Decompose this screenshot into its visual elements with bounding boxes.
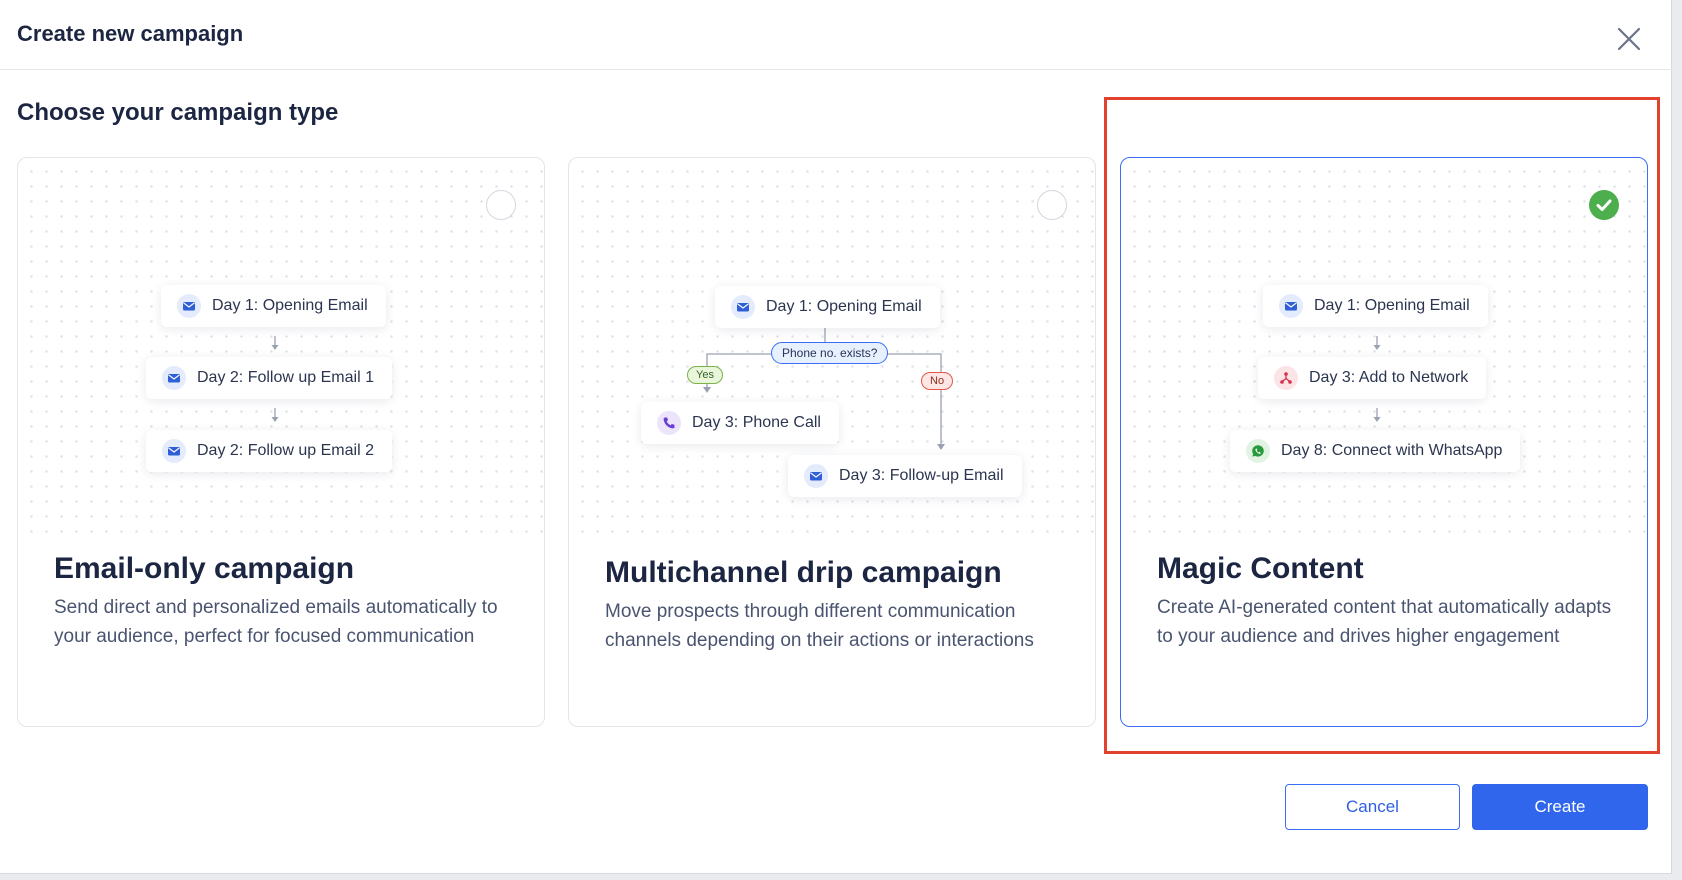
flow-step: Day 1: Opening Email bbox=[1263, 285, 1488, 327]
card-description: Move prospects through different communi… bbox=[605, 601, 1034, 651]
backdrop bbox=[1672, 0, 1682, 880]
close-button[interactable] bbox=[1612, 22, 1646, 56]
step-label: Day 2: Follow up Email 2 bbox=[197, 442, 374, 459]
email-icon bbox=[162, 439, 186, 463]
flow-step: Day 3: Phone Call bbox=[641, 402, 839, 444]
cancel-button[interactable]: Cancel bbox=[1285, 784, 1460, 830]
step-label: Day 3: Phone Call bbox=[692, 414, 821, 431]
condition-pill: Phone no. exists? bbox=[771, 342, 889, 364]
backdrop bbox=[0, 874, 1682, 880]
card-description: Send direct and personalized emails auto… bbox=[54, 597, 498, 647]
network-icon bbox=[1274, 366, 1298, 390]
card-preview: Day 1: Opening Email Day 2: Follow up Em… bbox=[18, 158, 544, 543]
section-title: Choose your campaign type bbox=[17, 99, 339, 126]
selected-check-icon[interactable] bbox=[1589, 190, 1619, 220]
flow-step: Day 2: Follow up Email 1 bbox=[146, 357, 392, 399]
create-button[interactable]: Create bbox=[1472, 784, 1648, 830]
flow-step: Day 1: Opening Email bbox=[161, 285, 386, 327]
email-icon bbox=[804, 464, 828, 488]
campaign-card-multichannel[interactable]: Day 1: Opening Email Phone no. exists? Y… bbox=[568, 157, 1096, 727]
radio-unselected[interactable] bbox=[486, 190, 516, 220]
flow-arrow bbox=[1372, 408, 1382, 424]
step-label: Day 2: Follow up Email 1 bbox=[197, 369, 374, 386]
campaign-card-magic-content[interactable]: Day 1: Opening Email Day 3: Add to Netwo… bbox=[1120, 157, 1648, 727]
flow-step: Day 1: Opening Email bbox=[715, 286, 940, 328]
card-title: Email-only campaign bbox=[54, 552, 355, 585]
yes-branch-pill: Yes bbox=[687, 366, 723, 384]
modal-title: Create new campaign bbox=[17, 21, 244, 46]
modal-header: Create new campaign bbox=[0, 0, 1672, 70]
step-label: Day 3: Add to Network bbox=[1309, 369, 1469, 386]
step-label: Day 1: Opening Email bbox=[766, 298, 922, 315]
close-icon bbox=[1617, 27, 1641, 51]
step-label: Day 1: Opening Email bbox=[212, 297, 368, 314]
email-icon bbox=[1279, 294, 1303, 318]
flow-step: Day 3: Add to Network bbox=[1258, 357, 1487, 399]
phone-icon bbox=[657, 411, 681, 435]
card-title: Magic Content bbox=[1157, 552, 1364, 585]
email-icon bbox=[177, 294, 201, 318]
flow-arrow bbox=[270, 408, 280, 424]
email-icon bbox=[731, 295, 755, 319]
email-icon bbox=[162, 366, 186, 390]
create-campaign-modal: Create new campaign Choose your campaign… bbox=[0, 0, 1672, 874]
no-branch-pill: No bbox=[921, 372, 954, 390]
flow-arrow bbox=[1372, 336, 1382, 352]
step-label: Day 8: Connect with WhatsApp bbox=[1281, 442, 1503, 459]
card-title: Multichannel drip campaign bbox=[605, 556, 1002, 589]
flow-step: Day 2: Follow up Email 2 bbox=[146, 430, 392, 472]
flow-arrow bbox=[270, 336, 280, 352]
card-preview: Day 1: Opening Email Day 3: Add to Netwo… bbox=[1121, 158, 1647, 543]
step-label: Day 1: Opening Email bbox=[1314, 297, 1470, 314]
card-preview: Day 1: Opening Email Phone no. exists? Y… bbox=[569, 158, 1095, 543]
card-description: Create AI-generated content that automat… bbox=[1157, 597, 1612, 647]
whatsapp-icon bbox=[1246, 439, 1270, 463]
step-label: Day 3: Follow-up Email bbox=[839, 467, 1004, 484]
flow-step: Day 8: Connect with WhatsApp bbox=[1230, 430, 1521, 472]
flow-step: Day 3: Follow-up Email bbox=[788, 455, 1022, 497]
campaign-card-email-only[interactable]: Day 1: Opening Email Day 2: Follow up Em… bbox=[17, 157, 545, 727]
